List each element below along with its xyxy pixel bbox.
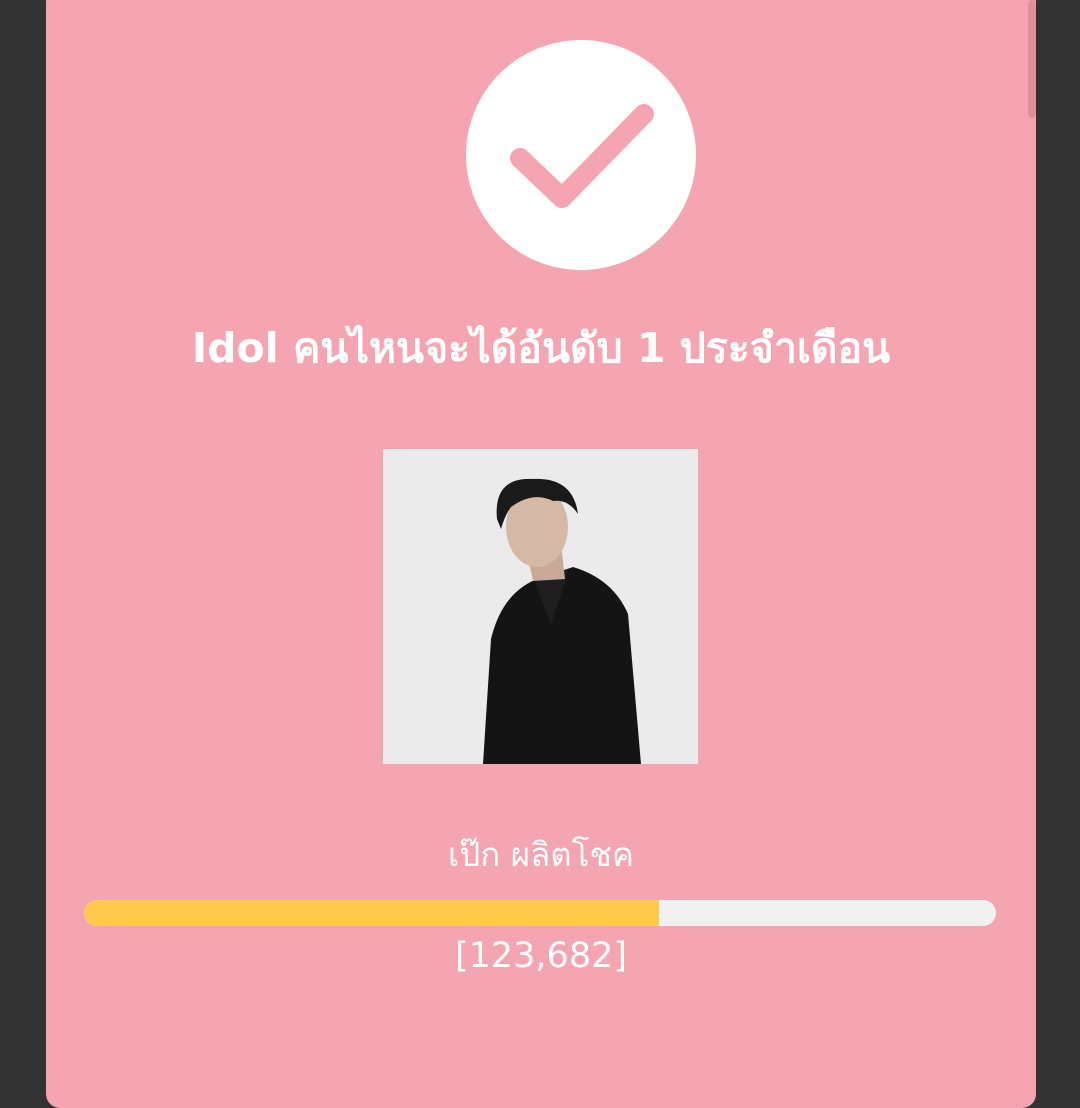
vote-count: [123,682] — [454, 936, 628, 976]
vote-progress-fill — [84, 900, 659, 926]
poll-result-dialog: Idol คนไหนจะได้อันดับ 1 ประจำเดือน เป๊ก … — [46, 0, 1036, 1108]
check-icon — [510, 104, 654, 208]
candidate-name: เป๊ก ผลิตโชค — [448, 835, 634, 874]
vote-progress-bar — [84, 900, 996, 926]
scrollbar[interactable] — [1028, 0, 1036, 118]
poll-title: Idol คนไหนจะได้อันดับ 1 ประจำเดือน — [191, 324, 891, 372]
candidate-photo — [383, 449, 698, 764]
success-badge — [466, 40, 696, 270]
